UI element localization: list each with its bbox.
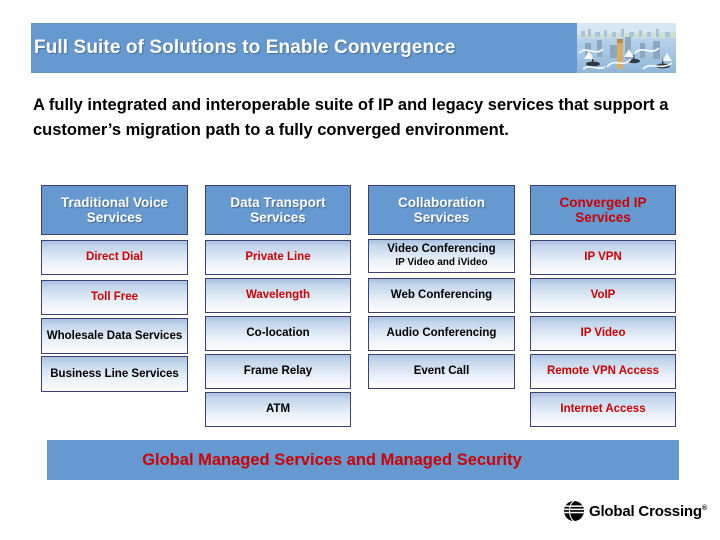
service-cell[interactable]: Private Line: [205, 240, 351, 275]
logo-name: Global Crossing: [589, 502, 702, 520]
service-cell[interactable]: Audio Conferencing: [368, 316, 515, 351]
service-cell-subtitle: IP Video and iVideo: [395, 257, 488, 269]
service-cell[interactable]: Toll Free: [41, 280, 188, 315]
service-cell[interactable]: IP VPN: [530, 240, 676, 275]
service-cell[interactable]: Event Call: [368, 354, 515, 389]
page-title: Full Suite of Solutions to Enable Conver…: [34, 37, 456, 58]
service-cell[interactable]: Co-location: [205, 316, 351, 351]
service-cell[interactable]: Frame Relay: [205, 354, 351, 389]
column-header: Converged IP Services: [530, 185, 676, 235]
service-cell[interactable]: Remote VPN Access: [530, 354, 676, 389]
service-cell[interactable]: Video Conferencing IP Video and iVideo: [368, 239, 515, 273]
service-cell[interactable]: IP Video: [530, 316, 676, 351]
service-cell[interactable]: Wholesale Data Services: [41, 318, 188, 354]
column-header: Collaboration Services: [368, 185, 515, 235]
slide-canvas: Full Suite of Solutions to Enable Conver…: [0, 0, 720, 540]
globe-stripes-icon: [563, 500, 585, 522]
service-cell[interactable]: VoIP: [530, 278, 676, 313]
service-cell[interactable]: Business Line Services: [41, 356, 188, 392]
service-cell[interactable]: Internet Access: [530, 392, 676, 427]
logo-wordmark: Global Crossing®: [589, 503, 707, 520]
harbor-city-illustration: [577, 23, 676, 73]
column-header: Traditional Voice Services: [41, 185, 188, 235]
service-cell[interactable]: Web Conferencing: [368, 278, 515, 313]
service-cell[interactable]: Wavelength: [205, 278, 351, 313]
service-cell[interactable]: Direct Dial: [41, 240, 188, 275]
registered-mark: ®: [701, 504, 707, 512]
service-cell[interactable]: ATM: [205, 392, 351, 427]
footer-banner-label: Global Managed Services and Managed Secu…: [142, 450, 522, 469]
global-crossing-logo: Global Crossing®: [563, 500, 707, 522]
column-header: Data Transport Services: [205, 185, 351, 235]
intro-paragraph: A fully integrated and interoperable sui…: [33, 96, 669, 139]
